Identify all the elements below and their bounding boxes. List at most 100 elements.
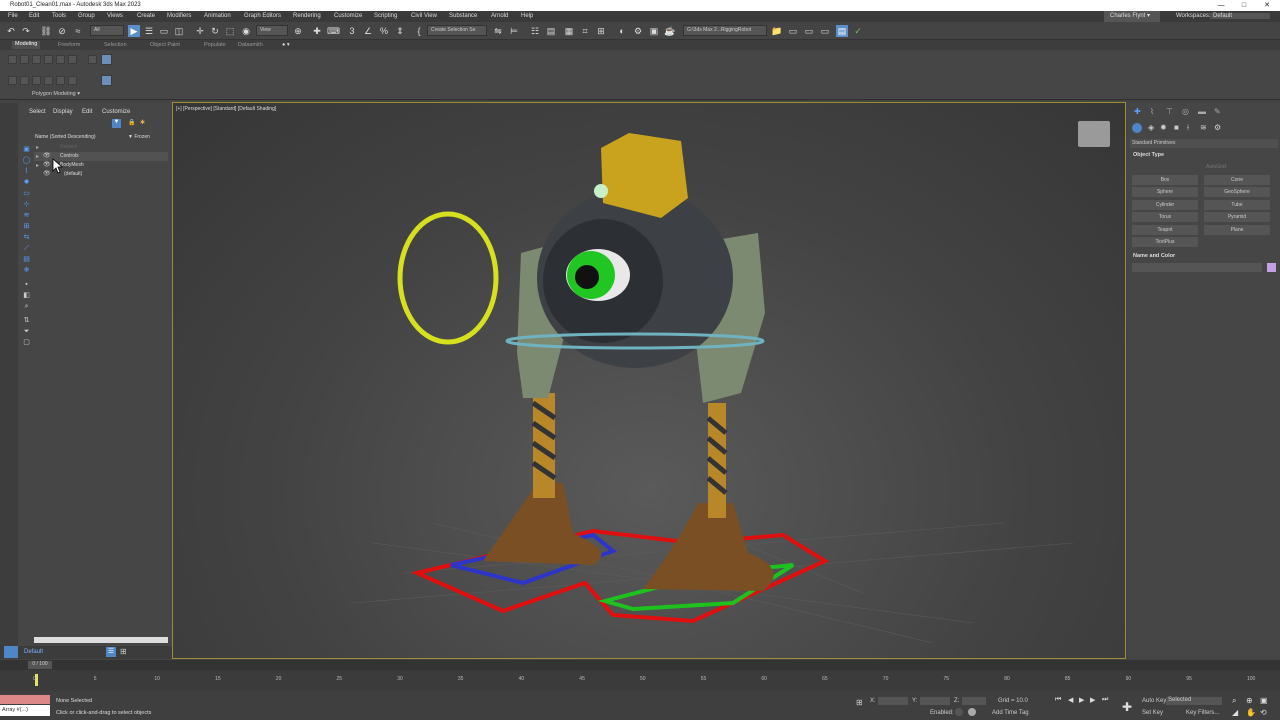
key-filter-dropdown[interactable]: Selected [1166, 697, 1222, 705]
maxscript-listener[interactable]: Array #(...) [0, 705, 50, 716]
z-coordinate-field[interactable] [962, 697, 986, 705]
keyboard-shortcut-override-icon[interactable]: ⌨ [327, 25, 340, 37]
menu-file[interactable]: File [8, 13, 18, 19]
window-crossing-icon[interactable]: ◫ [173, 25, 185, 37]
textplus-button[interactable]: TextPlus [1132, 237, 1198, 247]
filter-funnel-icon[interactable]: ⏷ [22, 327, 31, 336]
zoom-icon[interactable]: ⌕ [1232, 696, 1236, 706]
geometry-filter-icon[interactable]: ◯ [22, 156, 31, 165]
ribbon-tool-icon[interactable] [68, 76, 77, 85]
menu-help[interactable]: Help [521, 13, 533, 19]
next-frame-icon[interactable]: ▶ [1090, 696, 1095, 704]
cameras-filter-icon[interactable]: ▭ [22, 189, 31, 198]
object-name-input[interactable] [1132, 263, 1262, 272]
perspective-viewport[interactable]: [+] [Perspective] [Standard] [Default Sh… [172, 102, 1126, 659]
archive-icon[interactable]: ▭ [819, 25, 831, 37]
cylinder-button[interactable]: Cylinder [1132, 200, 1198, 210]
menu-graph-editors[interactable]: Graph Editors [244, 13, 281, 19]
menu-rendering[interactable]: Rendering [293, 13, 321, 19]
autogrid-checkbox[interactable]: AutoGrid [1206, 164, 1226, 170]
lights-filter-icon[interactable]: ✹ [22, 178, 31, 187]
pan-icon[interactable]: ✋ [1246, 708, 1256, 717]
link-icon[interactable]: ⛓ [40, 25, 52, 37]
schematic-view-icon[interactable]: ⊞ [595, 25, 607, 37]
ribbon-large-tool-icon[interactable] [101, 54, 112, 65]
edit-named-selection-icon[interactable]: { [413, 25, 425, 37]
invert-display-icon[interactable]: ◧ [22, 291, 31, 300]
spacewarps-icon[interactable]: ≋ [1200, 123, 1207, 132]
workspace-dropdown[interactable]: Default [1210, 13, 1270, 19]
menu-tools[interactable]: Tools [52, 13, 66, 19]
ribbon-tool-icon[interactable] [32, 55, 41, 64]
isolate-selection-icon[interactable]: ⊞ [856, 698, 863, 707]
systems-icon[interactable]: ⚙ [1214, 123, 1221, 132]
enabled-toggle[interactable] [955, 708, 963, 716]
tube-button[interactable]: Tube [1204, 200, 1270, 210]
save-folder-icon[interactable]: ▭ [803, 25, 815, 37]
snaps-toggle-icon[interactable]: 3 [346, 25, 358, 37]
tab-object-paint[interactable]: Object Paint [150, 42, 180, 48]
menu-substance[interactable]: Substance [449, 13, 477, 19]
check-icon[interactable]: ✓ [852, 25, 864, 37]
project-folder-icon[interactable]: 📁 [771, 25, 783, 37]
bones-filter-icon[interactable]: ⟋ [22, 244, 31, 253]
ribbon-tool-icon[interactable] [44, 55, 53, 64]
project-path-dropdown[interactable]: G:\3ds Max 2...RiggingRobot [683, 25, 767, 36]
create-tab-icon[interactable]: ✚ [1134, 107, 1141, 116]
named-selection-dropdown[interactable]: Create Selection Se [427, 25, 487, 36]
pyramid-button[interactable]: Pyramid [1204, 212, 1270, 222]
menu-group[interactable]: Group [78, 13, 95, 19]
toggle-scene-explorer-icon[interactable]: ☷ [529, 25, 541, 37]
y-coordinate-field[interactable] [920, 697, 950, 705]
previous-frame-icon[interactable]: ◀ [1068, 696, 1073, 704]
move-icon[interactable]: ✛ [194, 25, 206, 37]
scale-icon[interactable]: ⬚ [224, 25, 236, 37]
select-by-name-icon[interactable]: ☰ [143, 25, 155, 37]
redo-icon[interactable]: ↷ [20, 25, 32, 37]
pin-icon[interactable]: ✱ [140, 119, 145, 126]
eye-icon[interactable]: 👁 [43, 170, 51, 177]
maximize-button[interactable]: □ [1233, 0, 1255, 11]
ribbon-large-tool-icon[interactable] [101, 75, 112, 86]
auto-key-button[interactable]: Auto Key [1142, 698, 1166, 704]
menu-customize[interactable]: Customize [334, 13, 362, 19]
ribbon-tool-icon[interactable] [44, 76, 53, 85]
explorer-menu-customize[interactable]: Customize [102, 109, 130, 115]
set-key-icon[interactable]: ✚ [1122, 700, 1132, 714]
hierarchy-tab-icon[interactable]: ⊤ [1166, 107, 1173, 116]
minimize-button[interactable]: — [1210, 0, 1232, 11]
eye-icon[interactable]: 👁 [43, 161, 51, 168]
zoom-all-icon[interactable]: ⊕ [1246, 696, 1253, 705]
lights-icon[interactable]: ✹ [1160, 123, 1167, 132]
select-manipulate-icon[interactable]: ✚ [311, 25, 323, 37]
ribbon-options-icon[interactable]: ● ▾ [282, 42, 290, 48]
layers-icon[interactable]: ▢ [22, 338, 31, 347]
select-object-icon[interactable]: ▶ [128, 25, 140, 37]
ribbon-tool-icon[interactable] [8, 55, 17, 64]
menu-edit[interactable]: Edit [29, 13, 39, 19]
open-folder-icon[interactable]: ▭ [787, 25, 799, 37]
helpers-icon[interactable]: ⟊ [1187, 123, 1189, 133]
layer-settings-icon[interactable]: ⊞ [120, 647, 127, 656]
user-account-dropdown[interactable]: Charles Flynt ▾ [1104, 11, 1160, 22]
layer-icon[interactable] [4, 646, 18, 658]
bind-space-warp-icon[interactable]: ≈ [72, 25, 84, 37]
mirror-icon[interactable]: ⇋ [492, 25, 504, 37]
spinner-snap-icon[interactable]: ⇕ [394, 25, 406, 37]
containers-filter-icon[interactable]: ▤ [22, 255, 31, 264]
motion-tab-icon[interactable]: ◎ [1182, 107, 1189, 116]
toggle-panel-icon[interactable]: ▤ [836, 25, 848, 37]
ribbon-tool-icon[interactable] [20, 76, 29, 85]
utilities-tab-icon[interactable]: ✎ [1214, 107, 1221, 116]
ribbon-tool-icon[interactable] [56, 55, 65, 64]
place-icon[interactable]: ◉ [240, 25, 252, 37]
column-frozen-header[interactable]: ▼ Frozen [128, 134, 150, 140]
explorer-menu-select[interactable]: Select [29, 109, 46, 115]
cone-button[interactable]: Cone [1204, 175, 1270, 185]
sphere-button[interactable]: Sphere [1132, 187, 1198, 197]
menu-modifiers[interactable]: Modifiers [167, 13, 191, 19]
go-to-end-icon[interactable]: ⏭ [1102, 696, 1108, 704]
ribbon-tool-icon[interactable] [88, 55, 97, 64]
ribbon-tool-icon[interactable] [20, 55, 29, 64]
expand-arrow-icon[interactable]: ▸ [36, 162, 39, 169]
